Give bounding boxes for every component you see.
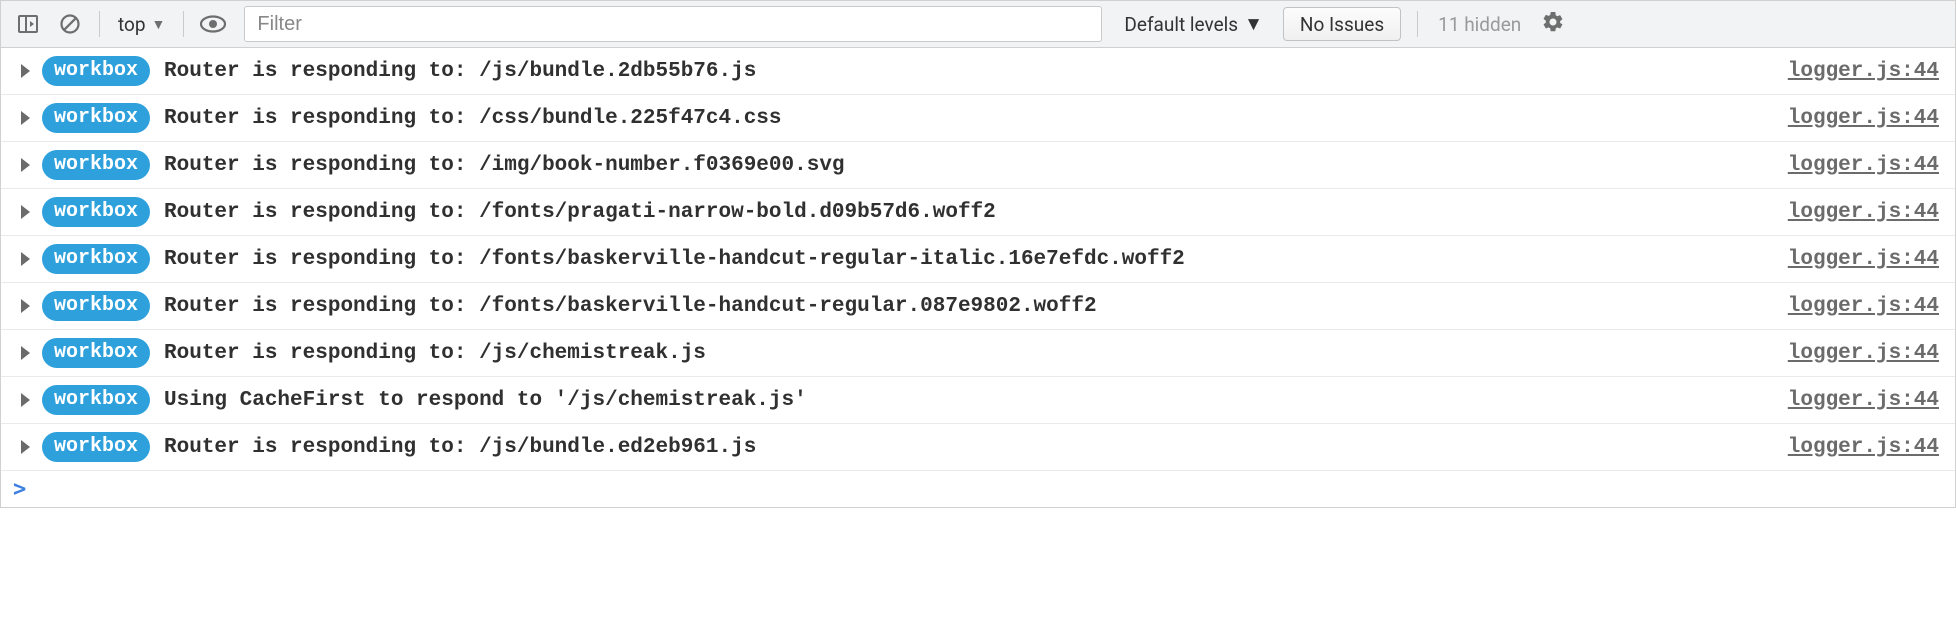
log-row: workbox Router is responding to: /js/bund… xyxy=(1,424,1955,471)
chevron-down-icon: ▼ xyxy=(152,16,166,33)
issues-label: No Issues xyxy=(1300,13,1384,36)
log-source-link[interactable]: logger.js:44 xyxy=(1788,436,1939,459)
expand-toggle-icon[interactable] xyxy=(21,158,30,172)
console-toolbar: top ▼ Default levels ▼ No Issues 11 hidd… xyxy=(1,1,1955,48)
levels-label: Default levels xyxy=(1124,13,1238,36)
issues-button[interactable]: No Issues xyxy=(1283,7,1401,41)
workbox-badge: workbox xyxy=(42,385,150,415)
log-row: workbox Router is responding to: /fonts/b… xyxy=(1,236,1955,283)
context-selector[interactable]: top ▼ xyxy=(110,13,173,36)
expand-toggle-icon[interactable] xyxy=(21,252,30,266)
separator xyxy=(183,11,184,37)
log-message: Router is responding to: /js/chemistreak… xyxy=(164,342,1768,365)
filter-input[interactable] xyxy=(244,6,1102,42)
workbox-badge: workbox xyxy=(42,338,150,368)
log-source-link[interactable]: logger.js:44 xyxy=(1788,107,1939,130)
workbox-badge: workbox xyxy=(42,150,150,180)
log-source-link[interactable]: logger.js:44 xyxy=(1788,342,1939,365)
log-message: Router is responding to: /img/book-numbe… xyxy=(164,154,1768,177)
hidden-label: 11 hidden xyxy=(1438,13,1521,36)
separator xyxy=(99,11,100,37)
hidden-messages-button[interactable]: 11 hidden xyxy=(1428,13,1531,36)
log-row: workbox Router is responding to: /img/boo… xyxy=(1,142,1955,189)
live-expression-button[interactable] xyxy=(194,6,232,42)
log-source-link[interactable]: logger.js:44 xyxy=(1788,248,1939,271)
workbox-badge: workbox xyxy=(42,291,150,321)
log-source-link[interactable]: logger.js:44 xyxy=(1788,201,1939,224)
expand-toggle-icon[interactable] xyxy=(21,440,30,454)
context-label: top xyxy=(118,13,146,36)
log-message: Using CacheFirst to respond to '/js/chem… xyxy=(164,389,1768,412)
log-row: workbox Router is responding to: /fonts/p… xyxy=(1,189,1955,236)
toggle-sidebar-button[interactable] xyxy=(9,6,47,42)
console-panel: top ▼ Default levels ▼ No Issues 11 hidd… xyxy=(0,0,1956,508)
expand-toggle-icon[interactable] xyxy=(21,299,30,313)
log-row: workbox Router is responding to: /js/chem… xyxy=(1,330,1955,377)
workbox-badge: workbox xyxy=(42,197,150,227)
log-message: Router is responding to: /js/bundle.2db5… xyxy=(164,60,1768,83)
log-source-link[interactable]: logger.js:44 xyxy=(1788,60,1939,83)
log-row: workbox Router is responding to: /fonts/b… xyxy=(1,283,1955,330)
log-source-link[interactable]: logger.js:44 xyxy=(1788,154,1939,177)
log-list: workbox Router is responding to: /js/bund… xyxy=(1,48,1955,471)
log-source-link[interactable]: logger.js:44 xyxy=(1788,295,1939,318)
log-row: workbox Router is responding to: /css/bun… xyxy=(1,95,1955,142)
log-source-link[interactable]: logger.js:44 xyxy=(1788,389,1939,412)
log-row: workbox Router is responding to: /js/bund… xyxy=(1,48,1955,95)
expand-toggle-icon[interactable] xyxy=(21,346,30,360)
log-message: Router is responding to: /css/bundle.225… xyxy=(164,107,1768,130)
log-row: workbox Using CacheFirst to respond to '/… xyxy=(1,377,1955,424)
log-message: Router is responding to: /fonts/baskervi… xyxy=(164,295,1768,318)
console-prompt[interactable]: > xyxy=(1,471,1955,507)
workbox-badge: workbox xyxy=(42,56,150,86)
expand-toggle-icon[interactable] xyxy=(21,111,30,125)
separator xyxy=(1417,11,1418,37)
prompt-caret-icon: > xyxy=(13,477,26,502)
expand-toggle-icon[interactable] xyxy=(21,393,30,407)
expand-toggle-icon[interactable] xyxy=(21,64,30,78)
log-message: Router is responding to: /fonts/pragati-… xyxy=(164,201,1768,224)
workbox-badge: workbox xyxy=(42,432,150,462)
workbox-badge: workbox xyxy=(42,244,150,274)
log-message: Router is responding to: /fonts/baskervi… xyxy=(164,248,1768,271)
levels-selector[interactable]: Default levels ▼ xyxy=(1114,12,1272,36)
chevron-down-icon: ▼ xyxy=(1244,12,1263,36)
log-message: Router is responding to: /js/bundle.ed2e… xyxy=(164,436,1768,459)
expand-toggle-icon[interactable] xyxy=(21,205,30,219)
clear-console-button[interactable] xyxy=(51,6,89,42)
workbox-badge: workbox xyxy=(42,103,150,133)
settings-button[interactable] xyxy=(1535,10,1571,38)
